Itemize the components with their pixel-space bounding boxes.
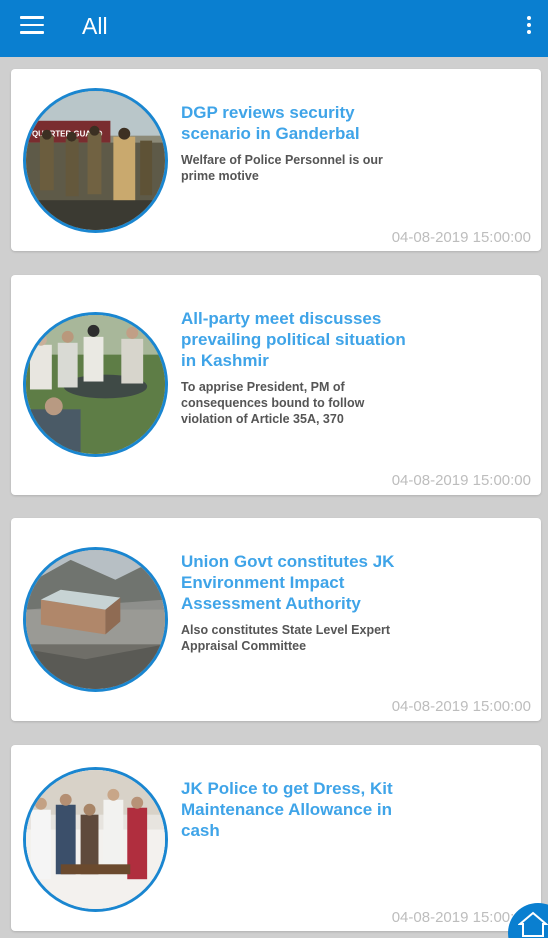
more-vert-icon[interactable] (524, 16, 534, 38)
news-card[interactable]: QUARTER GUARD DGP reviews security scena… (11, 69, 541, 251)
news-card[interactable]: Union Govt constitutes JK Environment Im… (11, 518, 541, 721)
news-card[interactable]: JK Police to get Dress, Kit Maintenance … (11, 745, 541, 931)
news-summary: Also constitutes State Level Expert Appr… (181, 623, 391, 653)
app-bar: All (0, 0, 548, 57)
page-title: All (82, 13, 108, 39)
news-thumbnail (23, 767, 168, 912)
news-headline: DGP reviews security scenario in Ganderb… (181, 103, 360, 143)
hamburger-menu-icon[interactable] (20, 16, 44, 36)
news-thumbnail (23, 312, 168, 457)
news-thumbnail (23, 547, 168, 692)
news-thumbnail: QUARTER GUARD (23, 88, 168, 233)
news-card[interactable]: All-party meet discusses prevailing poli… (11, 275, 541, 495)
home-icon (518, 911, 548, 937)
news-headline: All-party meet discusses prevailing poli… (181, 309, 406, 370)
news-headline: Union Govt constitutes JK Environment Im… (181, 552, 395, 613)
news-timestamp: 04-08-2019 15:00:00 (391, 229, 531, 246)
news-headline: JK Police to get Dress, Kit Maintenance … (181, 779, 393, 840)
news-summary: Welfare of Police Personnel is our prime… (181, 153, 383, 183)
news-timestamp: 04-08-2019 15:00:00 (391, 472, 531, 489)
news-timestamp: 04-08-2019 15:00:00 (391, 698, 531, 715)
news-summary: To apprise President, PM of consequences… (181, 380, 365, 426)
